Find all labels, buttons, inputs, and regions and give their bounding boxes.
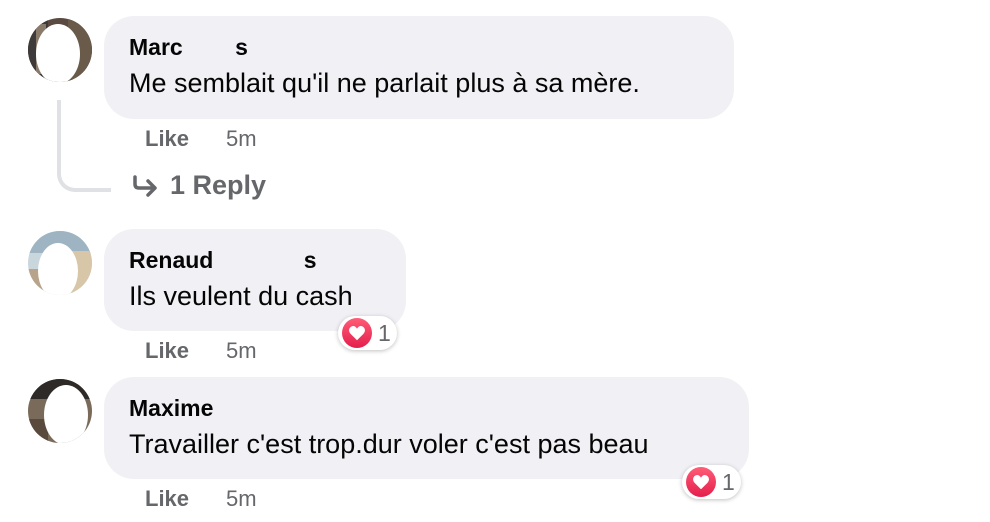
view-replies-link[interactable]: 1 Reply [132,170,266,201]
like-button[interactable]: Like [145,338,189,364]
comment-author[interactable]: Renaud s [129,247,317,274]
avatar[interactable] [28,231,92,295]
like-button[interactable]: Like [145,126,189,152]
comment-text: Me semblait qu'il ne parlait plus à sa m… [129,68,640,98]
avatar-image [28,18,92,82]
comment-timestamp[interactable]: 5m [226,338,257,364]
reaction-badge[interactable]: 1 [338,316,397,350]
avatar-image [28,231,92,295]
reaction-count: 1 [378,319,391,346]
avatar[interactable] [28,18,92,82]
heart-icon [686,467,716,497]
heart-icon [342,318,372,348]
avatar-image [28,379,92,443]
like-button[interactable]: Like [145,486,189,512]
comment-timestamp[interactable]: 5m [226,486,257,512]
comment-text: Travailler c'est trop.dur voler c'est pa… [129,429,649,459]
comment-text: Ils veulent du cash [129,281,353,311]
comment-author[interactable]: Marc s [129,34,248,61]
reply-count-label: 1 Reply [170,170,267,200]
comment-author[interactable]: Maxime [129,395,213,422]
comment-timestamp[interactable]: 5m [226,126,257,152]
reaction-badge[interactable]: 1 [682,465,741,499]
comment-bubble [104,377,749,479]
reply-arrow-icon [133,174,157,197]
reaction-count: 1 [722,468,735,495]
thread-connector [57,100,111,192]
avatar[interactable] [28,379,92,443]
